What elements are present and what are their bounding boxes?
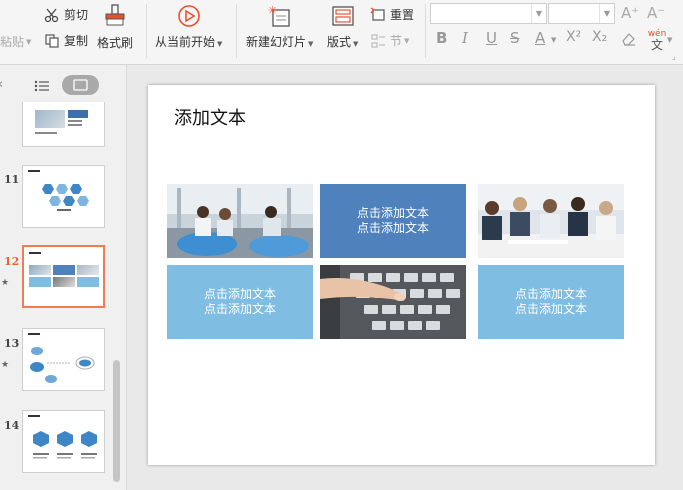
photo-calculator-tile[interactable] [320, 265, 466, 339]
section-button[interactable]: 节 ▼ [370, 32, 409, 49]
reset-label: 重置 [390, 8, 415, 22]
underline-button[interactable]: U [486, 29, 497, 47]
chevron-down-icon[interactable]: ▼ [531, 4, 546, 23]
slide-number: 11 [4, 173, 20, 186]
tile-text-line: 点击添加文本 [514, 287, 587, 301]
bold-button[interactable]: B [436, 29, 447, 47]
chevron-down-icon[interactable]: ▼ [599, 4, 614, 23]
new-slide-icon: ✳ [268, 4, 290, 27]
svg-text:✳: ✳ [268, 4, 277, 17]
tile-text-line: 点击添加文本 [356, 221, 429, 235]
strikethrough-button[interactable]: S [510, 29, 520, 47]
chevron-down-icon[interactable]: ▼ [551, 36, 556, 44]
slide-number: 12 [4, 255, 20, 268]
play-from-current-button[interactable]: 从当前开始 ▼ [155, 4, 222, 50]
tile-text-line: 点击添加文本 [514, 302, 587, 316]
italic-button[interactable]: I [462, 29, 468, 47]
animation-star-icon: ★ [1, 278, 10, 288]
animation-star-icon: ★ [1, 360, 10, 370]
paintbrush-icon [105, 4, 125, 26]
reset-icon [370, 6, 385, 21]
scissors-icon [44, 8, 59, 22]
paste-label: 粘贴 [0, 35, 25, 49]
copy-button[interactable]: 复制 [44, 32, 88, 49]
layout-icon [332, 6, 354, 26]
chevron-down-icon: ▼ [404, 36, 410, 45]
format-painter-label: 格式刷 [97, 36, 134, 50]
calculator-photo [320, 265, 466, 339]
tile-text-line: 点击添加文本 [356, 206, 429, 220]
text-tile-dark[interactable]: 点击添加文本 点击添加文本 [320, 184, 466, 258]
paste-button[interactable]: 粘贴 ▼ [0, 33, 31, 50]
ribbon-toolbar: 粘贴 ▼ 剪切 复制 格式刷 从当前开始 ▼ ✳ 新建幻灯片 ▼ 版式 ▼ 重置… [0, 0, 683, 65]
font-color-button[interactable]: A [535, 29, 545, 47]
business-team-photo [478, 184, 624, 258]
slide-thumbnail-selected[interactable] [22, 245, 105, 308]
superscript-button[interactable]: X² [566, 29, 581, 45]
ribbon-divider [425, 4, 426, 58]
play-icon [177, 5, 200, 27]
phonetic-guide-button[interactable]: wén 文 [645, 29, 669, 51]
new-slide-button[interactable]: ✳ 新建幻灯片 ▼ [246, 4, 313, 50]
cut-button[interactable]: 剪切 [44, 6, 88, 23]
font-name-select[interactable]: ▼ [430, 3, 547, 24]
section-label: 节 [390, 34, 403, 48]
decrease-font-size-button[interactable]: A⁻ [647, 4, 665, 22]
photo-team-tile[interactable] [478, 184, 624, 258]
from-current-label: 从当前开始 ▼ [155, 35, 223, 49]
outline-view-icon[interactable] [34, 79, 50, 93]
slide-thumbnail-icon [73, 79, 88, 91]
tile-text-line: 点击添加文本 [203, 287, 276, 301]
chevron-down-icon[interactable]: ▼ [667, 36, 672, 44]
increase-font-size-button[interactable]: A⁺ [621, 4, 639, 22]
subscript-button[interactable]: X₂ [592, 29, 607, 45]
slide-number: 13 [4, 337, 20, 350]
photo-meeting-tile[interactable] [167, 184, 313, 258]
copy-icon [45, 33, 59, 48]
slide-canvas[interactable]: 添加文本 点击添加文本 点击添加文本 点击添加文本 点击添加文本 点击添加文本 … [148, 85, 655, 465]
layout-label: 版式 ▼ [327, 35, 359, 49]
reset-button[interactable]: 重置 [370, 6, 414, 23]
slides-panel: ‹ 11 12 ★ [0, 65, 127, 490]
slide-number: 14 [4, 419, 20, 432]
text-tile-light[interactable]: 点击添加文本 点击添加文本 [167, 265, 313, 339]
format-painter-button[interactable]: 格式刷 [97, 4, 133, 51]
slide-thumbnail[interactable] [22, 102, 105, 147]
ribbon-expand-icon[interactable]: ⌟ [672, 52, 676, 61]
tile-text-line: 点击添加文本 [203, 302, 276, 316]
ribbon-divider [146, 4, 147, 58]
cut-label: 剪切 [64, 8, 89, 22]
office-meeting-photo [167, 184, 313, 258]
new-slide-label: 新建幻灯片 ▼ [246, 35, 314, 49]
layout-button[interactable]: 版式 ▼ [327, 4, 358, 50]
slide-thumbnail[interactable] [22, 165, 105, 228]
ribbon-divider [236, 4, 237, 58]
chevron-down-icon: ▼ [26, 37, 32, 46]
font-size-select[interactable]: ▼ [548, 3, 615, 24]
section-icon [371, 33, 385, 48]
slide-thumbnail[interactable] [22, 328, 105, 391]
panel-scrollbar-thumb[interactable] [113, 360, 120, 482]
slide-title[interactable]: 添加文本 [174, 104, 246, 130]
slide-thumbnail[interactable] [22, 410, 105, 473]
copy-label: 复制 [64, 34, 89, 48]
eraser-icon[interactable] [620, 31, 636, 47]
phonetic-guide-char: 文 [650, 38, 663, 52]
text-tile-light[interactable]: 点击添加文本 点击添加文本 [478, 265, 624, 339]
thumbnail-view-toggle[interactable] [62, 75, 99, 95]
collapse-panel-icon[interactable]: ‹ [0, 77, 3, 92]
